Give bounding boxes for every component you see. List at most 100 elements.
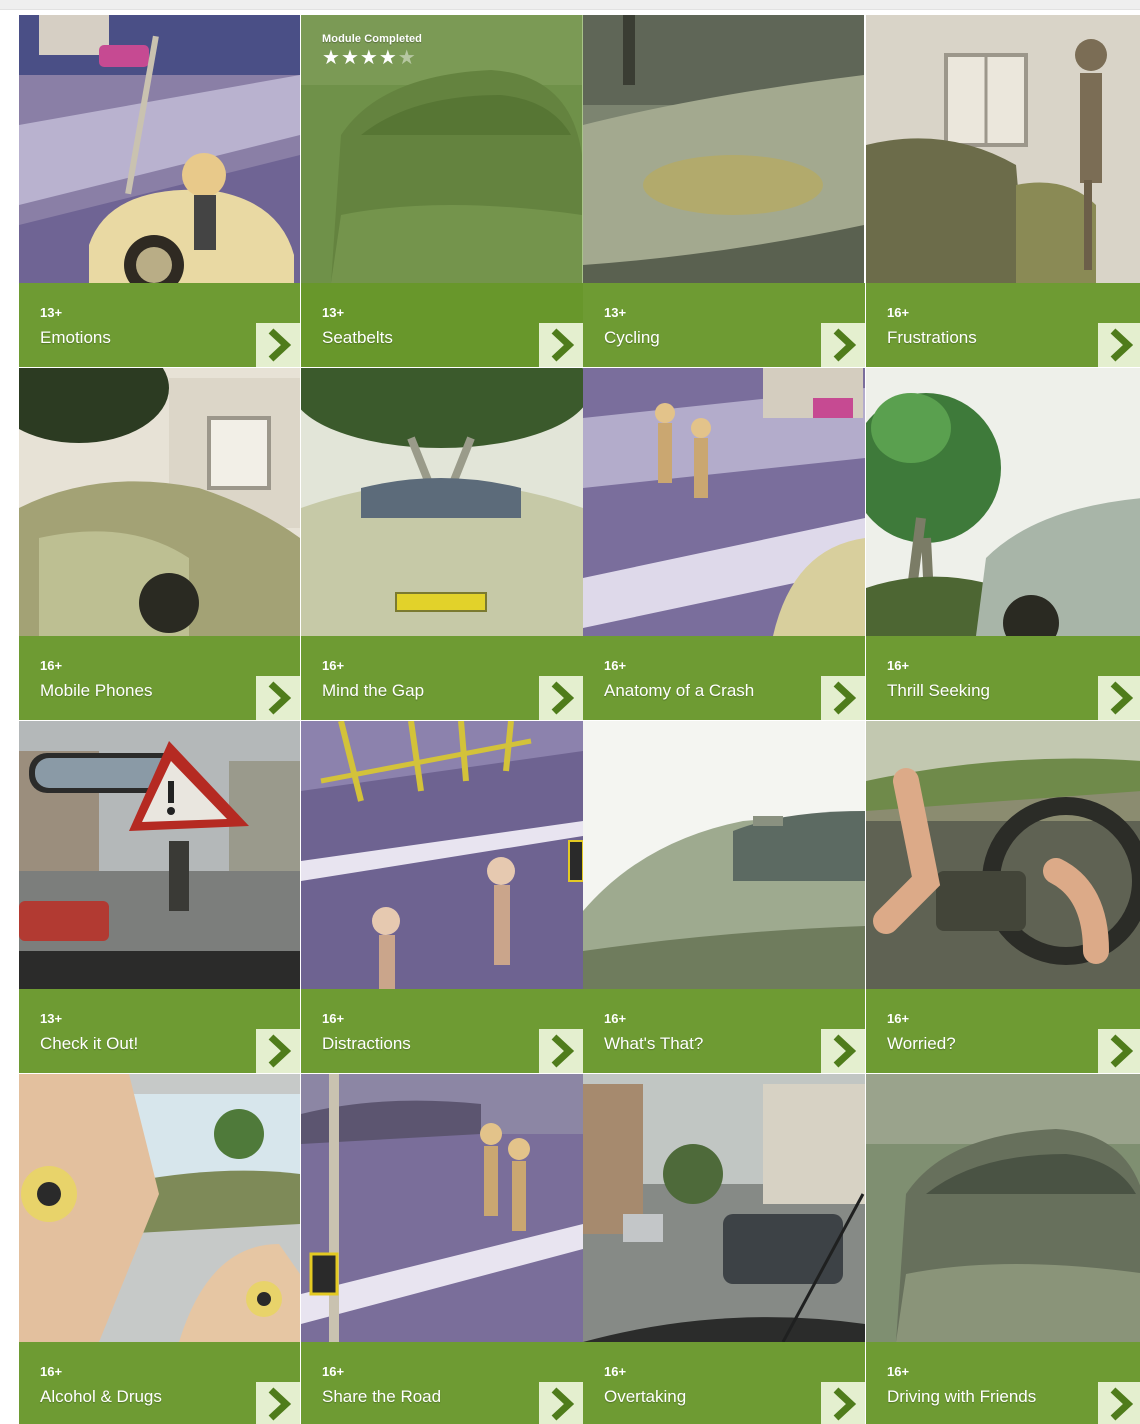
module-title: Frustrations: [887, 328, 977, 347]
module-age-rating: 16+: [604, 1011, 627, 1026]
module-tile-4[interactable]: 16+ Mobile Phones: [19, 368, 300, 720]
module-tile-0[interactable]: 13+ Emotions: [19, 15, 300, 367]
star-filled-icon: ★: [322, 47, 341, 69]
module-caption: 16+ Overtaking: [583, 1342, 865, 1424]
module-caption: 13+ Seatbelts: [301, 283, 583, 367]
module-tile-15[interactable]: 16+ Driving with Friends: [866, 1074, 1140, 1424]
module-thumbnail: [583, 15, 865, 283]
module-thumbnail: [866, 368, 1140, 636]
open-module-button[interactable]: [256, 1029, 300, 1073]
open-module-button[interactable]: [821, 1029, 865, 1073]
module-tile-9[interactable]: 16+ Distractions: [301, 721, 583, 1073]
module-title: Alcohol & Drugs: [40, 1387, 162, 1406]
thumbnail-image: [866, 1074, 1140, 1342]
thumbnail-image: [583, 1074, 865, 1342]
module-age-rating: 16+: [604, 658, 627, 673]
module-tile-10[interactable]: 16+ What's That?: [583, 721, 865, 1073]
module-tile-1[interactable]: Module Completed ★★★★★ 13+ Seatbelts: [301, 15, 583, 367]
star-rating: ★★★★★: [322, 48, 422, 68]
thumbnail-image: [866, 368, 1140, 636]
module-age-rating: 13+: [604, 305, 627, 320]
thumbnail-image: [583, 368, 865, 636]
chevron-right-icon: [268, 681, 292, 715]
module-title: Overtaking: [604, 1387, 687, 1406]
thumbnail-image: [19, 1074, 300, 1342]
module-age-rating: 16+: [887, 305, 910, 320]
thumbnail-image: [866, 721, 1140, 989]
module-caption: 16+ Worried?: [866, 989, 1140, 1073]
open-module-button[interactable]: [1098, 1029, 1140, 1073]
star-filled-icon: ★: [359, 47, 379, 69]
thumbnail-image: [19, 15, 300, 283]
module-thumbnail: [301, 368, 583, 636]
module-caption: 16+ Anatomy of a Crash: [583, 636, 865, 720]
module-age-rating: 13+: [40, 1011, 63, 1026]
module-age-rating: 13+: [40, 305, 63, 320]
module-age-rating: 16+: [40, 1364, 63, 1379]
chevron-right-icon: [268, 1387, 292, 1421]
open-module-button[interactable]: [821, 1382, 865, 1424]
module-tile-2[interactable]: 13+ Cycling: [583, 15, 865, 367]
open-module-button[interactable]: [256, 1382, 300, 1424]
module-caption: 16+ What's That?: [583, 989, 865, 1073]
thumbnail-image: [583, 15, 864, 283]
module-thumbnail: [583, 1074, 865, 1342]
module-tile-12[interactable]: 16+ Alcohol & Drugs: [19, 1074, 300, 1424]
open-module-button[interactable]: [539, 676, 583, 720]
module-title: Seatbelts: [322, 328, 393, 347]
open-module-button[interactable]: [256, 323, 300, 367]
module-thumbnail: [866, 1074, 1140, 1342]
module-age-rating: 16+: [322, 1011, 345, 1026]
open-module-button[interactable]: [539, 1029, 583, 1073]
thumbnail-image: [19, 368, 300, 636]
module-title: Mind the Gap: [322, 681, 425, 700]
module-age-rating: 13+: [322, 305, 345, 320]
module-thumbnail: [866, 721, 1140, 989]
star-filled-icon: ★: [378, 47, 398, 69]
module-thumbnail: [866, 15, 1140, 283]
module-title: What's That?: [604, 1034, 704, 1053]
open-module-button[interactable]: [1098, 676, 1140, 720]
open-module-button[interactable]: [1098, 323, 1140, 367]
top-divider: [0, 0, 1140, 10]
module-age-rating: 16+: [604, 1364, 627, 1379]
chevron-right-icon: [833, 681, 857, 715]
chevron-right-icon: [833, 1387, 857, 1421]
chevron-right-icon: [833, 328, 857, 362]
chevron-right-icon: [1110, 681, 1134, 715]
module-age-rating: 16+: [322, 1364, 345, 1379]
open-module-button[interactable]: [256, 676, 300, 720]
module-age-rating: 16+: [887, 658, 910, 673]
open-module-button[interactable]: [821, 676, 865, 720]
completed-label: Module Completed: [322, 33, 422, 45]
module-title: Thrill Seeking: [887, 681, 990, 700]
thumbnail-image: [301, 1074, 583, 1342]
thumbnail-image: [19, 721, 300, 989]
module-tile-8[interactable]: 13+ Check it Out!: [19, 721, 300, 1073]
module-tile-14[interactable]: 16+ Overtaking: [583, 1074, 865, 1424]
chevron-right-icon: [1110, 328, 1134, 362]
module-tile-7[interactable]: 16+ Thrill Seeking: [866, 368, 1140, 720]
thumbnail-image: [301, 721, 583, 989]
module-tile-13[interactable]: 16+ Share the Road: [301, 1074, 583, 1424]
module-age-rating: 16+: [40, 658, 63, 673]
completion-status: Module Completed ★★★★★: [322, 33, 422, 68]
module-thumbnail: [583, 721, 865, 989]
chevron-right-icon: [551, 1387, 575, 1421]
module-tile-3[interactable]: 16+ Frustrations: [866, 15, 1140, 367]
module-title: Cycling: [604, 328, 660, 347]
open-module-button[interactable]: [821, 323, 865, 367]
module-caption: 16+ Driving with Friends: [866, 1342, 1140, 1424]
module-age-rating: 16+: [887, 1011, 910, 1026]
open-module-button[interactable]: [539, 323, 583, 367]
module-tile-11[interactable]: 16+ Worried?: [866, 721, 1140, 1073]
module-thumbnail: [301, 721, 583, 989]
module-tile-6[interactable]: 16+ Anatomy of a Crash: [583, 368, 865, 720]
open-module-button[interactable]: [1098, 1382, 1140, 1424]
chevron-right-icon: [1110, 1387, 1134, 1421]
chevron-right-icon: [268, 328, 292, 362]
module-caption: 16+ Frustrations: [866, 283, 1140, 367]
module-tile-5[interactable]: 16+ Mind the Gap: [301, 368, 583, 720]
open-module-button[interactable]: [539, 1382, 583, 1424]
module-thumbnail: [19, 15, 300, 283]
